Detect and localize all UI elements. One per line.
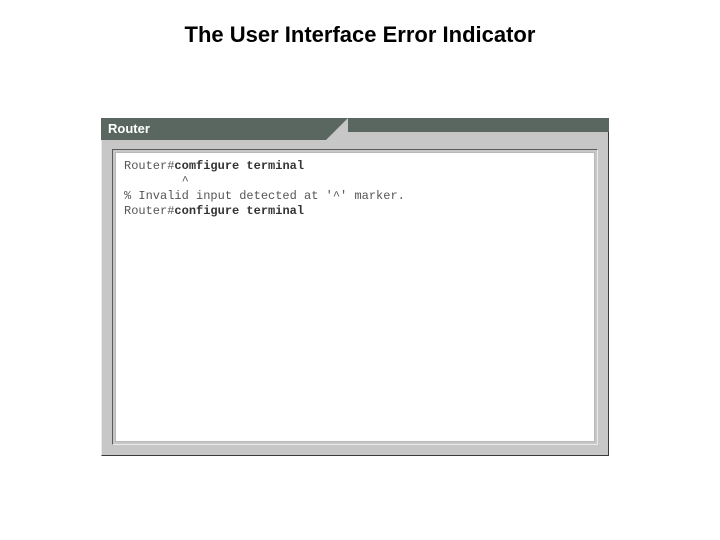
terminal-frame: Router#comfigure terminal ^ % Invalid in… bbox=[112, 149, 598, 445]
page-title: The User Interface Error Indicator bbox=[0, 22, 720, 48]
terminal-window: Router Router#comfigure terminal ^ % Inv… bbox=[101, 118, 609, 456]
term-line-4-command: configure terminal bbox=[174, 204, 304, 218]
terminal-output: Router#comfigure terminal ^ % Invalid in… bbox=[115, 152, 595, 442]
term-line-2: ^ bbox=[124, 174, 189, 188]
tab-slope-decoration bbox=[326, 118, 348, 140]
term-line-4-prompt: Router# bbox=[124, 204, 174, 218]
term-line-1-prompt: Router# bbox=[124, 159, 174, 173]
window-tab: Router bbox=[101, 118, 326, 140]
term-line-3: % Invalid input detected at '^' marker. bbox=[124, 189, 405, 203]
term-line-1-command: comfigure terminal bbox=[174, 159, 304, 173]
window-tab-label: Router bbox=[108, 121, 150, 136]
titlebar-right-strip bbox=[348, 118, 609, 132]
